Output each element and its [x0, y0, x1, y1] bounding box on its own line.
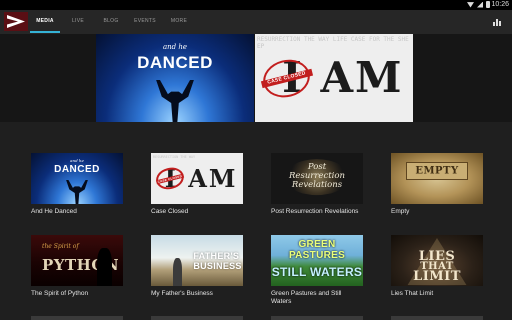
media-item-partial[interactable] [271, 316, 363, 320]
media-title: Case Closed [151, 208, 189, 215]
battery-icon [486, 1, 490, 8]
tab-events[interactable]: EVENTS [128, 10, 162, 34]
media-item[interactable]: and he DANCED And He Danced [31, 153, 123, 216]
media-item[interactable]: RESURRECTION THE WAY I AM CASE CLOSED Ca… [151, 153, 243, 216]
art-text: DANCED [137, 53, 213, 73]
featured-carousel[interactable]: and he DANCED RESURRECTION THE WAY LIFE … [0, 34, 512, 122]
featured-card-and-he-danced[interactable]: and he DANCED [96, 34, 254, 122]
media-thumbnail: GREEN PASTURES STILL WATERS [271, 235, 363, 286]
media-item[interactable]: Post Resurrection Revelations Post Resur… [271, 153, 363, 216]
art-text: and he [162, 42, 188, 51]
media-title: The Spirit of Python [31, 290, 89, 297]
media-title: Post Resurrection Revelations [271, 208, 359, 215]
tab-more[interactable]: MORE [162, 10, 196, 34]
media-title: My Father's Business [151, 290, 213, 297]
dancer-silhouette [156, 79, 194, 122]
media-item[interactable]: EMPTY Empty [391, 153, 483, 216]
status-clock: 10:26 [491, 1, 509, 8]
featured-card-case-closed[interactable]: RESURRECTION THE WAY LIFE CASE FOR THE S… [255, 34, 413, 122]
media-item-partial[interactable] [391, 316, 483, 320]
media-grid: and he DANCED And He Danced RESURRECTION… [0, 122, 512, 320]
media-title: And He Danced [31, 208, 77, 215]
bar-chart-icon[interactable] [493, 18, 502, 26]
media-title: Lies That Limit [391, 290, 434, 297]
media-thumbnail: LIES THAT LIMIT [391, 235, 483, 286]
media-thumbnail: the Spirit of PYTHON [31, 235, 123, 286]
media-thumbnail: FATHER'S BUSINESS [151, 235, 243, 286]
tab-live[interactable]: LIVE [62, 10, 94, 34]
media-thumbnail: EMPTY [391, 153, 483, 204]
media-item-partial[interactable] [31, 316, 123, 320]
media-title: Green Pastures and Still Waters [271, 290, 342, 305]
wifi-icon [467, 2, 474, 8]
media-item[interactable]: the Spirit of PYTHON The Spirit of Pytho… [31, 235, 123, 298]
media-thumbnail: RESURRECTION THE WAY I AM CASE CLOSED [151, 153, 243, 204]
tab-media[interactable]: MEDIA [28, 10, 62, 34]
tab-blog[interactable]: BLOG [94, 10, 128, 34]
media-thumbnail: and he DANCED [31, 153, 123, 204]
status-bar: 10:26 [0, 0, 512, 10]
tab-bar: MEDIA LIVE BLOG EVENTS MORE [28, 10, 196, 34]
media-thumbnail: Post Resurrection Revelations [271, 153, 363, 204]
media-title: Empty [391, 208, 410, 215]
media-item-partial[interactable] [151, 316, 243, 320]
media-item[interactable]: FATHER'S BUSINESS My Father's Business [151, 235, 243, 298]
media-item[interactable]: LIES THAT LIMIT Lies That Limit [391, 235, 483, 298]
app-logo-icon[interactable] [4, 12, 28, 31]
media-item[interactable]: GREEN PASTURES STILL WATERS Green Pastur… [271, 235, 363, 306]
signal-icon [477, 1, 483, 8]
app-screen: 10:26 MEDIA LIVE BLOG EVENTS MORE and he… [0, 0, 512, 320]
app-bar: MEDIA LIVE BLOG EVENTS MORE [0, 10, 512, 34]
